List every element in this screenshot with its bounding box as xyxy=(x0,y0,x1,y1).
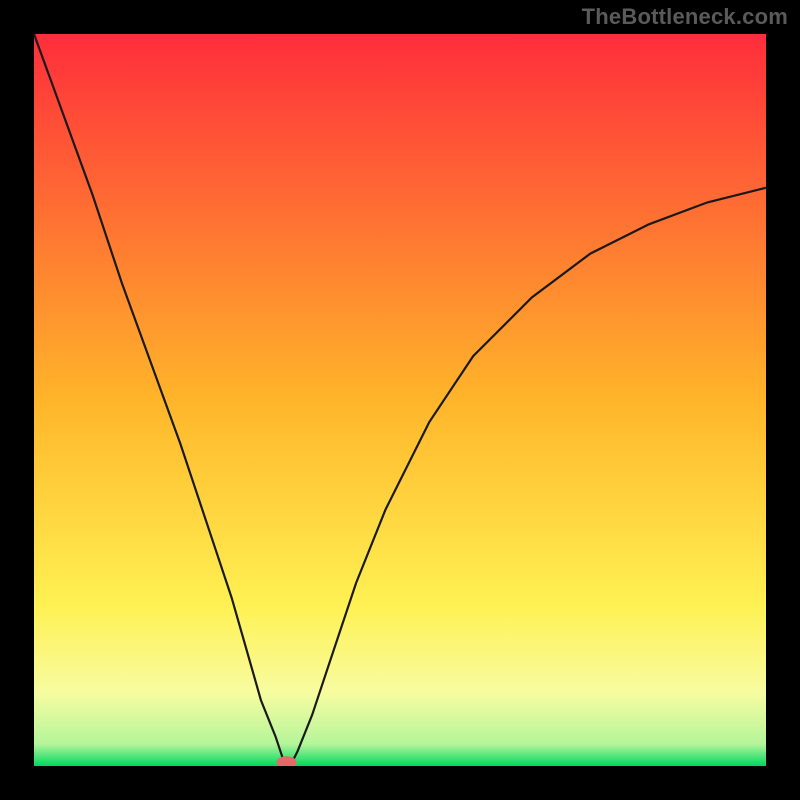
plot-area xyxy=(34,34,766,766)
watermark-text: TheBottleneck.com xyxy=(582,4,788,30)
chart-svg xyxy=(34,34,766,766)
chart-frame: TheBottleneck.com xyxy=(0,0,800,800)
gradient-background xyxy=(34,34,766,766)
